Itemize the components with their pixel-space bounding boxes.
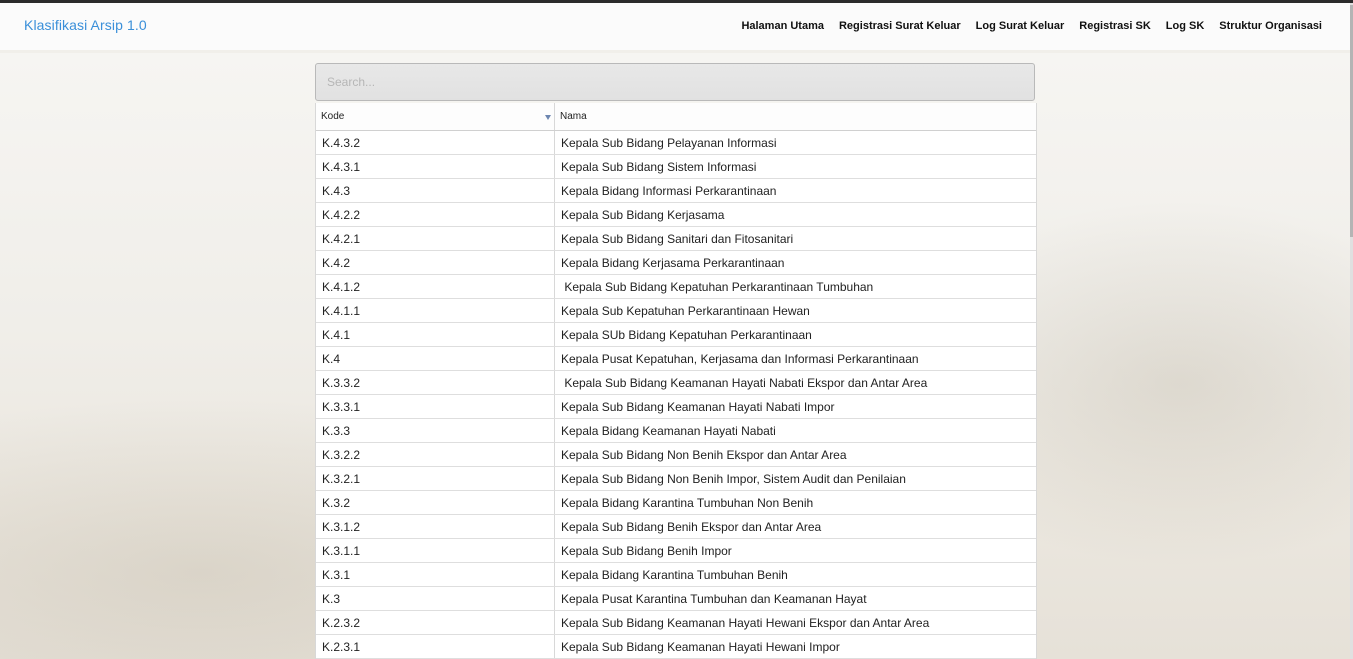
column-header-kode[interactable]: Kode: [316, 103, 555, 131]
table-row[interactable]: K.3.1.1 Kepala Sub Bidang Benih Impor: [316, 538, 1036, 563]
cell-kode: K.4.2: [316, 250, 555, 275]
cell-kode: K.3.2.1: [316, 466, 555, 491]
nav-registrasi-surat-keluar[interactable]: Registrasi Surat Keluar: [839, 20, 961, 32]
table-row[interactable]: K.3 Kepala Pusat Karantina Tumbuhan dan K…: [316, 586, 1036, 611]
cell-kode: K.4.3.2: [316, 130, 555, 155]
cell-kode: K.3: [316, 586, 555, 611]
cell-nama: Kepala Sub Bidang Kepatuhan Perkarantina…: [554, 274, 1036, 299]
cell-nama: Kepala Sub Bidang Non Benih Impor, Siste…: [554, 466, 1036, 491]
cell-kode: K.3.1.1: [316, 538, 555, 563]
nav-log-surat-keluar[interactable]: Log Surat Keluar: [976, 20, 1065, 32]
cell-kode: K.4: [316, 346, 555, 371]
cell-nama: Kepala Sub Bidang Non Benih Ekspor dan A…: [554, 442, 1036, 467]
cell-kode: K.4.2.1: [316, 226, 555, 251]
cell-nama: Kepala SUb Bidang Kepatuhan Perkarantina…: [554, 322, 1036, 347]
cell-kode: K.2.3.1: [316, 634, 555, 659]
cell-nama: Kepala Sub Bidang Keamanan Hayati Nabati…: [554, 394, 1036, 419]
nav-registrasi-sk[interactable]: Registrasi SK: [1079, 20, 1151, 32]
cell-nama: Kepala Bidang Karantina Tumbuhan Benih: [554, 562, 1036, 587]
cell-nama: Kepala Sub Bidang Keamanan Hayati Hewani…: [554, 610, 1036, 635]
cell-kode: K.3.3.1: [316, 394, 555, 419]
table-row[interactable]: K.4.2.1 Kepala Sub Bidang Sanitari dan Fi…: [316, 226, 1036, 251]
table-row[interactable]: K.3.3 Kepala Bidang Keamanan Hayati Nabat…: [316, 418, 1036, 443]
cell-nama: Kepala Sub Bidang Pelayanan Informasi: [554, 130, 1036, 155]
table-row[interactable]: K.4.3.2 Kepala Sub Bidang Pelayanan Infor…: [316, 130, 1036, 155]
table-row[interactable]: K.3.2.1 Kepala Sub Bidang Non Benih Impor…: [316, 466, 1036, 491]
cell-kode: K.3.1.2: [316, 514, 555, 539]
sort-desc-icon[interactable]: [545, 115, 551, 120]
table-row[interactable]: K.4 Kepala Pusat Kepatuhan, Kerjasama dan…: [316, 346, 1036, 371]
column-header-nama[interactable]: Nama: [554, 103, 1036, 131]
cell-kode: K.2.3.2: [316, 610, 555, 635]
cell-kode: K.4.1.2: [316, 274, 555, 299]
cell-nama: Kepala Sub Bidang Benih Ekspor dan Antar…: [554, 514, 1036, 539]
table-row[interactable]: K.4.1.2 Kepala Sub Bidang Kepatuhan Perk…: [316, 274, 1036, 299]
cell-kode: K.4.2.2: [316, 202, 555, 227]
table-row[interactable]: K.3.3.2 Kepala Sub Bidang Keamanan Hayat…: [316, 370, 1036, 395]
cell-nama: Kepala Sub Bidang Benih Impor: [554, 538, 1036, 563]
table-row[interactable]: K.3.2.2 Kepala Sub Bidang Non Benih Ekspo…: [316, 442, 1036, 467]
cell-kode: K.4.3: [316, 178, 555, 203]
table-row[interactable]: K.4.1 Kepala SUb Bidang Kepatuhan Perkara…: [316, 322, 1036, 347]
table-row[interactable]: K.2.3.2 Kepala Sub Bidang Keamanan Hayati…: [316, 610, 1036, 635]
cell-nama: Kepala Bidang Informasi Perkarantinaan: [554, 178, 1036, 203]
nav-log-sk[interactable]: Log SK: [1166, 20, 1205, 32]
nav-halaman-utama[interactable]: Halaman Utama: [741, 20, 824, 32]
cell-nama: Kepala Sub Bidang Sanitari dan Fitosanit…: [554, 226, 1036, 251]
cell-kode: K.3.2: [316, 490, 555, 515]
cell-nama: Kepala Bidang Keamanan Hayati Nabati: [554, 418, 1036, 443]
cell-nama: Kepala Sub Kepatuhan Perkarantinaan Hewa…: [554, 298, 1036, 323]
table-header-row: Kode Nama: [316, 103, 1036, 131]
cell-nama: Kepala Sub Bidang Keamanan Hayati Hewani…: [554, 634, 1036, 659]
table-row[interactable]: K.3.1 Kepala Bidang Karantina Tumbuhan Be…: [316, 562, 1036, 587]
table-body: K.4.3.2 Kepala Sub Bidang Pelayanan Infor…: [316, 130, 1036, 659]
search-input[interactable]: [315, 63, 1035, 101]
cell-nama: Kepala Sub Bidang Sistem Informasi: [554, 154, 1036, 179]
table-row[interactable]: K.3.3.1 Kepala Sub Bidang Keamanan Hayati…: [316, 394, 1036, 419]
table-row[interactable]: K.4.2 Kepala Bidang Kerjasama Perkarantin…: [316, 250, 1036, 275]
cell-nama: Kepala Sub Bidang Kerjasama: [554, 202, 1036, 227]
column-header-kode-label: Kode: [321, 111, 345, 122]
table-row[interactable]: K.4.1.1 Kepala Sub Kepatuhan Perkarantina…: [316, 298, 1036, 323]
table-row[interactable]: K.4.3 Kepala Bidang Informasi Perkarantin…: [316, 178, 1036, 203]
nav-struktur-organisasi[interactable]: Struktur Organisasi: [1219, 20, 1322, 32]
cell-kode: K.4.1.1: [316, 298, 555, 323]
table-row[interactable]: K.4.3.1 Kepala Sub Bidang Sistem Informas…: [316, 154, 1036, 179]
nav-menu: Halaman Utama Registrasi Surat Keluar Lo…: [726, 20, 1322, 32]
cell-kode: K.3.3.2: [316, 370, 555, 395]
cell-nama: Kepala Bidang Karantina Tumbuhan Non Ben…: [554, 490, 1036, 515]
cell-kode: K.3.1: [316, 562, 555, 587]
table-row[interactable]: K.4.2.2 Kepala Sub Bidang Kerjasama: [316, 202, 1036, 227]
table-row[interactable]: K.3.2 Kepala Bidang Karantina Tumbuhan No…: [316, 490, 1036, 515]
cell-nama: Kepala Pusat Kepatuhan, Kerjasama dan In…: [554, 346, 1036, 371]
cell-kode: K.4.3.1: [316, 154, 555, 179]
cell-nama: Kepala Bidang Kerjasama Perkarantinaan: [554, 250, 1036, 275]
table-row[interactable]: K.3.1.2 Kepala Sub Bidang Benih Ekspor da…: [316, 514, 1036, 539]
brand-link[interactable]: Klasifikasi Arsip 1.0: [24, 17, 147, 33]
table-row[interactable]: K.2.3.1 Kepala Sub Bidang Keamanan Hayati…: [316, 634, 1036, 659]
cell-kode: K.3.3: [316, 418, 555, 443]
cell-nama: Kepala Sub Bidang Keamanan Hayati Nabati…: [554, 370, 1036, 395]
column-header-nama-label: Nama: [560, 111, 587, 122]
cell-kode: K.3.2.2: [316, 442, 555, 467]
navbar: Klasifikasi Arsip 1.0 Halaman Utama Regi…: [0, 3, 1353, 50]
cell-kode: K.4.1: [316, 322, 555, 347]
arsip-table: Kode Nama K.4.3.2 Kepala Sub Bidang Pelay…: [315, 103, 1037, 659]
cell-nama: Kepala Pusat Karantina Tumbuhan dan Keam…: [554, 586, 1036, 611]
